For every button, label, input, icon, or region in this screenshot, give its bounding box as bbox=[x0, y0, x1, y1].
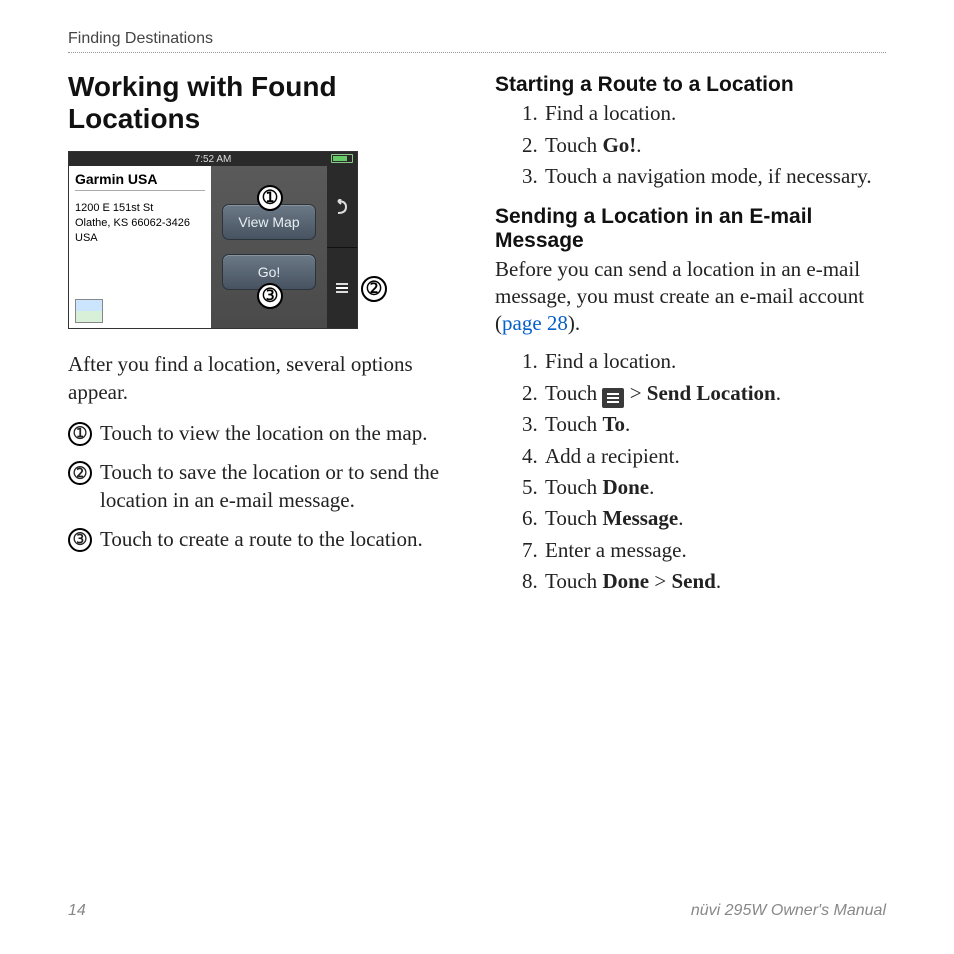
email-steps: Find a location. Touch > Send Location. … bbox=[495, 347, 886, 596]
callout-num-3: ➂ bbox=[68, 528, 92, 552]
intro-text: After you find a location, several optio… bbox=[68, 351, 459, 406]
step: Find a location. bbox=[543, 99, 886, 128]
callout-text: Touch to view the location on the map. bbox=[100, 420, 427, 447]
start-route-steps: Find a location. Touch Go!. Touch a navi… bbox=[495, 99, 886, 191]
step: Enter a message. bbox=[543, 536, 886, 565]
t: Touch bbox=[545, 381, 602, 405]
t: Done bbox=[602, 475, 649, 499]
callout-item-3: ➂ Touch to create a route to the locatio… bbox=[68, 526, 459, 553]
page-link[interactable]: page 28 bbox=[502, 311, 568, 335]
device-body: Garmin USA 1200 E 151st St Olathe, KS 66… bbox=[69, 166, 357, 328]
callout-item-1: ➀ Touch to view the location on the map. bbox=[68, 420, 459, 447]
step: Touch > Send Location. bbox=[543, 379, 886, 408]
t: Touch bbox=[545, 569, 602, 593]
heading-start-route: Starting a Route to a Location bbox=[495, 73, 886, 97]
t: Touch bbox=[545, 133, 602, 157]
device-info-panel: Garmin USA 1200 E 151st St Olathe, KS 66… bbox=[69, 166, 211, 328]
step: Touch Done > Send. bbox=[543, 567, 886, 596]
callout-text: Touch to save the location or to send th… bbox=[100, 459, 459, 514]
view-map-button[interactable]: View Map ➀ bbox=[222, 204, 316, 240]
page-title: Working with Found Locations bbox=[68, 71, 459, 135]
device-statusbar: 7:52 AM bbox=[69, 152, 357, 166]
step: Touch Message. bbox=[543, 504, 886, 533]
t: Send Location bbox=[647, 381, 776, 405]
t: . bbox=[776, 381, 781, 405]
t: Message bbox=[602, 506, 678, 530]
device-screenshot: 7:52 AM Garmin USA 1200 E 151st St Olath… bbox=[68, 151, 358, 329]
callout-2: ➁ bbox=[361, 276, 387, 302]
callout-item-2: ➁ Touch to save the location or to send … bbox=[68, 459, 459, 514]
step: Touch Done. bbox=[543, 473, 886, 502]
content-columns: Working with Found Locations 7:52 AM Gar… bbox=[68, 71, 886, 611]
addr-line: USA bbox=[75, 231, 205, 246]
t: . bbox=[716, 569, 721, 593]
t: Send bbox=[671, 569, 715, 593]
addr-line: Olathe, KS 66062-3426 bbox=[75, 216, 205, 231]
step: Touch Go!. bbox=[543, 131, 886, 160]
go-button[interactable]: Go! ➂ bbox=[222, 254, 316, 290]
email-before-text: Before you can send a location in an e-m… bbox=[495, 256, 886, 338]
t: . bbox=[636, 133, 641, 157]
step: Touch To. bbox=[543, 410, 886, 439]
t: > bbox=[649, 569, 671, 593]
divider bbox=[68, 52, 886, 53]
left-column: Working with Found Locations 7:52 AM Gar… bbox=[68, 71, 459, 611]
battery-icon bbox=[331, 154, 353, 163]
callout-num-2: ➁ bbox=[68, 461, 92, 485]
view-map-label: View Map bbox=[238, 214, 299, 230]
addr-line: 1200 E 151st St bbox=[75, 201, 205, 216]
location-thumbnail bbox=[75, 299, 103, 323]
footer: 14 nüvi 295W Owner's Manual bbox=[68, 902, 886, 920]
back-button[interactable] bbox=[327, 166, 357, 248]
callout-1: ➀ bbox=[257, 185, 283, 211]
t: . bbox=[625, 412, 630, 436]
t: Touch bbox=[545, 475, 602, 499]
menu-icon bbox=[331, 278, 353, 298]
t: To bbox=[602, 412, 625, 436]
callout-num-1: ➀ bbox=[68, 422, 92, 446]
menu-button[interactable]: ➁ bbox=[327, 248, 357, 329]
right-column: Starting a Route to a Location Find a lo… bbox=[495, 71, 886, 611]
device-sidebar: ➁ bbox=[327, 166, 357, 328]
step: Touch a navigation mode, if necessary. bbox=[543, 162, 886, 191]
t: Go! bbox=[602, 133, 636, 157]
step: Find a location. bbox=[543, 347, 886, 376]
step: Add a recipient. bbox=[543, 442, 886, 471]
heading-email: Sending a Location in an E-mail Message bbox=[495, 205, 886, 253]
t: . bbox=[678, 506, 683, 530]
t: Touch bbox=[545, 412, 602, 436]
back-arrow-icon bbox=[334, 199, 350, 215]
section-header: Finding Destinations bbox=[68, 30, 886, 48]
device-time: 7:52 AM bbox=[195, 154, 232, 165]
page-number: 14 bbox=[68, 902, 86, 920]
t: . bbox=[649, 475, 654, 499]
t: ). bbox=[568, 311, 580, 335]
device-buttons: View Map ➀ Go! ➂ bbox=[211, 166, 327, 328]
t: Done bbox=[602, 569, 649, 593]
location-address: 1200 E 151st St Olathe, KS 66062-3426 US… bbox=[75, 201, 205, 246]
menu-icon bbox=[602, 388, 624, 408]
callout-list: ➀ Touch to view the location on the map.… bbox=[68, 420, 459, 553]
location-title: Garmin USA bbox=[75, 171, 205, 191]
manual-title: nüvi 295W Owner's Manual bbox=[691, 902, 886, 920]
go-label: Go! bbox=[258, 264, 281, 280]
callout-text: Touch to create a route to the location. bbox=[100, 526, 423, 553]
callout-3: ➂ bbox=[257, 283, 283, 309]
t: > bbox=[624, 381, 646, 405]
t: Touch bbox=[545, 506, 602, 530]
